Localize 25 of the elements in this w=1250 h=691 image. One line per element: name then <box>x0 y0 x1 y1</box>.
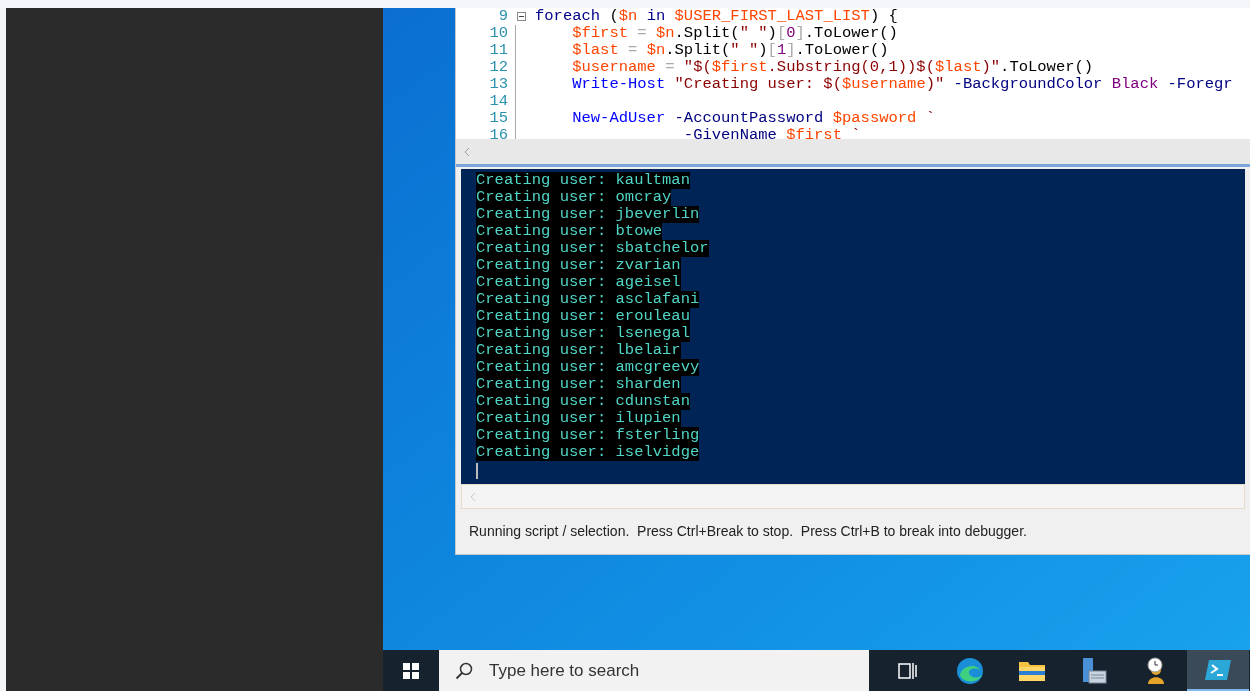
line-number: 13 <box>488 76 508 93</box>
code-line: Write-Host "Creating user: $($username)" -BackgroundColor Black -Foregr <box>571 76 1233 93</box>
wave-globe-icon <box>956 656 984 685</box>
code-line: foreach ($n in $USER_FIRST_LAST_LIST) { <box>535 8 898 25</box>
line-number: 14 <box>488 93 508 110</box>
search-field[interactable]: Type here to search <box>439 650 869 691</box>
search-icon <box>455 662 473 680</box>
code-line: $first = $n.Split(" ")[0].ToLower() <box>571 25 898 42</box>
line-number: 10 <box>488 25 508 42</box>
text-cursor <box>476 463 478 480</box>
task-view-icon <box>898 661 918 680</box>
status-text: Running script / selection. Press Ctrl+Break to stop. Press Ctrl+B to break into debugger. <box>469 522 1027 542</box>
line-number: 15 <box>488 110 508 127</box>
collapse-icon[interactable] <box>517 12 526 21</box>
windows-logo-icon <box>403 662 419 679</box>
line-number: 9 <box>497 8 508 25</box>
code-line: $username = "$($first.Substring(0,1))$($last)".ToLower() <box>571 59 1094 76</box>
code-line: -GivenName $first ` <box>682 127 861 140</box>
terminal-icon <box>1204 657 1232 682</box>
line-number: 12 <box>488 59 508 76</box>
line-number: 16 <box>488 127 508 140</box>
code-line: $last = $n.Split(" ")[1].ToLower() <box>571 42 889 59</box>
code-line: New-AdUser -AccountPassword $password ` <box>571 110 935 127</box>
line-number: 11 <box>488 42 508 59</box>
server-icon <box>1080 656 1108 685</box>
